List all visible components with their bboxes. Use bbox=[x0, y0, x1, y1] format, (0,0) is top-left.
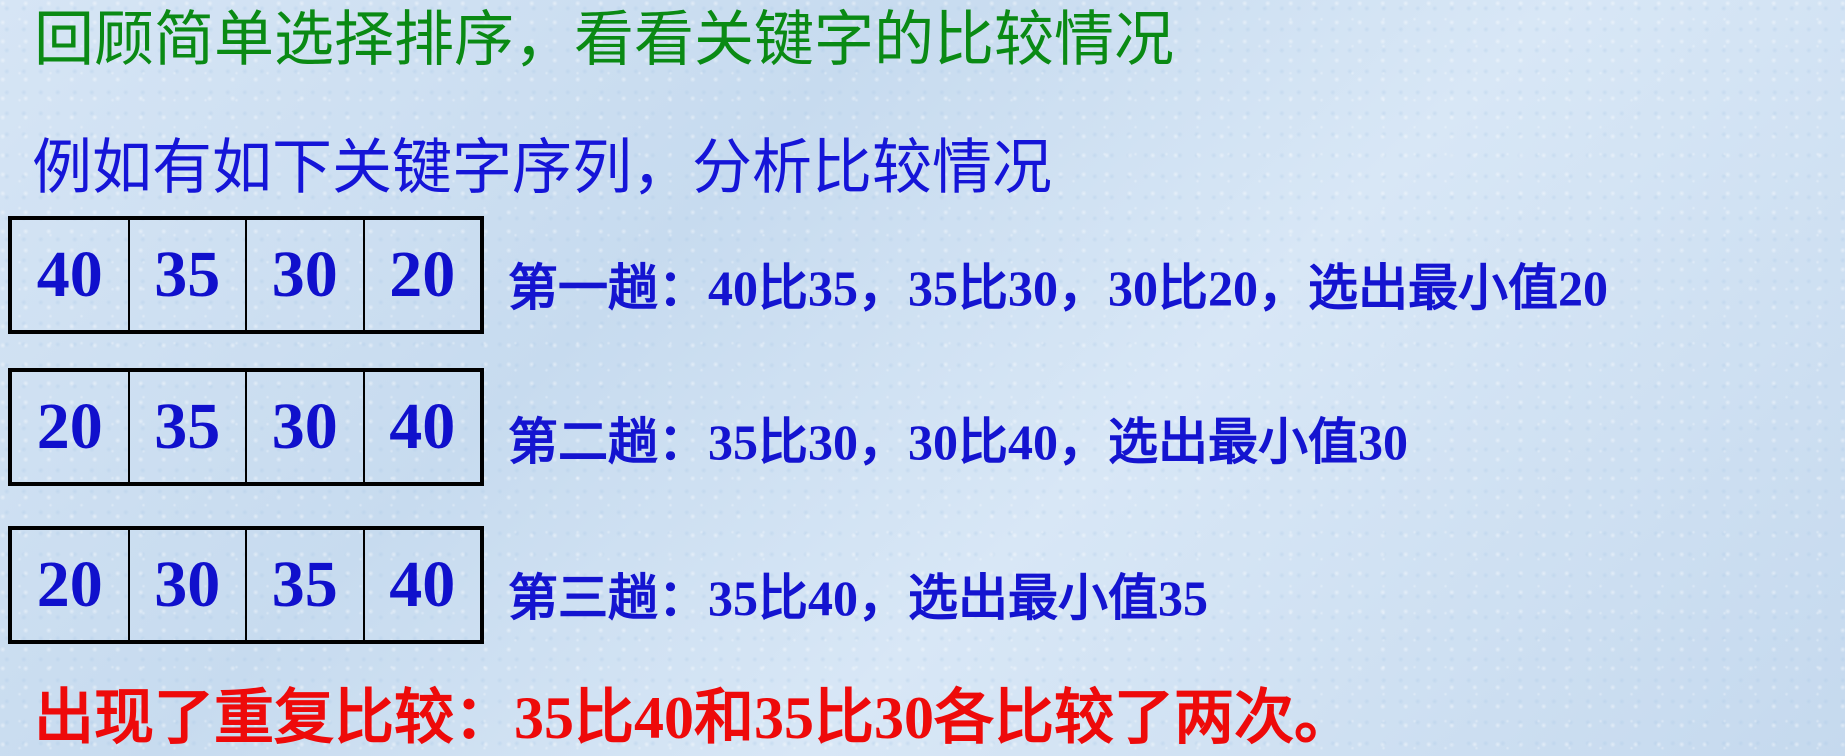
sequence-cell: 30 bbox=[127, 530, 246, 640]
pass-2-description: 第二趟：35比30，30比40，选出最小值30 bbox=[508, 414, 1408, 470]
slide-title: 回顾简单选择排序，看看关键字的比较情况 bbox=[34, 5, 1174, 75]
sequence-cell: 35 bbox=[127, 372, 246, 482]
sequence-cell: 35 bbox=[245, 530, 363, 640]
sequence-cell: 20 bbox=[362, 220, 481, 330]
conclusion-text: 出现了重复比较：35比40和35比30各比较了两次。 bbox=[34, 685, 1354, 751]
sequence-row-3: 20 30 35 40 bbox=[8, 526, 484, 644]
pass-1-description: 第一趟：40比35，35比30，30比20，选出最小值20 bbox=[508, 260, 1608, 316]
pass-3-description: 第三趟：35比40，选出最小值35 bbox=[508, 570, 1208, 626]
sequence-cell: 40 bbox=[36, 238, 103, 311]
sequence-cell: 40 bbox=[362, 372, 481, 482]
slide-subtitle: 例如有如下关键字序列，分析比较情况 bbox=[32, 133, 1052, 203]
sequence-cell: 20 bbox=[36, 390, 103, 463]
sequence-cell: 40 bbox=[362, 530, 481, 640]
sequence-cell: 20 bbox=[36, 548, 103, 621]
sequence-row-2: 20 35 30 40 bbox=[8, 368, 484, 486]
sequence-cell: 30 bbox=[245, 220, 363, 330]
sequence-cell: 35 bbox=[127, 220, 246, 330]
sequence-cell: 30 bbox=[245, 372, 363, 482]
sequence-row-1: 40 35 30 20 bbox=[8, 216, 484, 334]
